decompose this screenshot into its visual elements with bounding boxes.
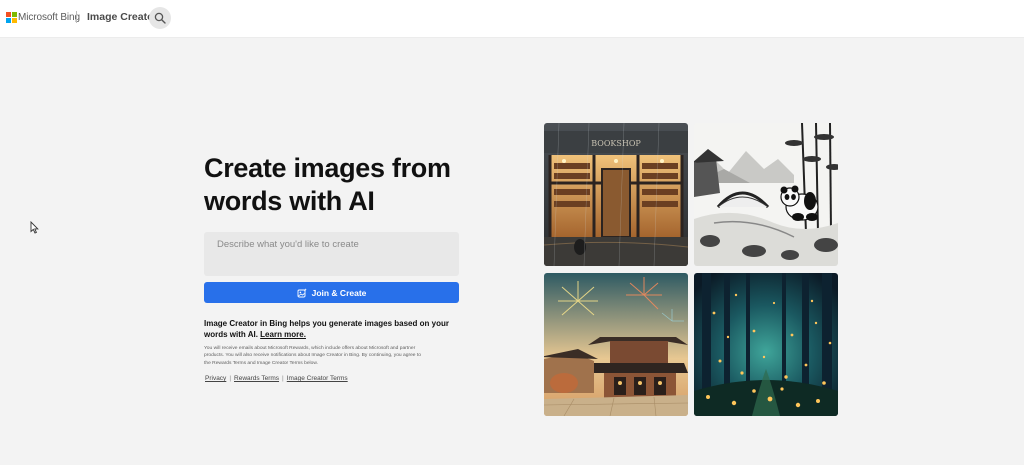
- product-description: Image Creator in Bing helps you generate…: [204, 318, 466, 340]
- microsoft-logo-icon[interactable]: [6, 12, 17, 23]
- brand-link[interactable]: Microsoft Bing: [18, 12, 80, 23]
- description-text: Image Creator in Bing helps you generate…: [204, 319, 449, 339]
- gallery-image-bookshop: BOOKSHOP: [544, 123, 688, 266]
- rewards-disclaimer: You will receive emails about Microsoft …: [204, 346, 421, 366]
- rewards-terms-link[interactable]: Rewards Terms: [234, 375, 279, 382]
- page-title: Create images from words with AI: [204, 153, 451, 216]
- gallery-image-firefly-forest: [694, 273, 838, 416]
- gallery-image-pagoda-fireworks: [544, 273, 688, 416]
- image-creator-terms-link[interactable]: Image Creator Terms: [287, 375, 348, 382]
- privacy-link[interactable]: Privacy: [205, 375, 226, 382]
- search-icon: [154, 12, 166, 24]
- link-separator: |: [229, 375, 232, 382]
- search-button[interactable]: [149, 7, 171, 29]
- footer-links: Privacy | Rewards Terms | Image Creator …: [205, 375, 348, 382]
- header-divider: [76, 11, 77, 23]
- gallery-image-panda: [694, 123, 838, 266]
- product-title-link[interactable]: Image Creator: [87, 11, 158, 23]
- learn-more-link[interactable]: Learn more.: [260, 330, 306, 339]
- prompt-input[interactable]: [204, 232, 459, 276]
- top-header: Microsoft Bing Image Creator: [0, 0, 1024, 38]
- bookshop-sign: BOOKSHOP: [591, 139, 641, 148]
- link-separator: |: [282, 375, 284, 382]
- mouse-cursor-icon: [30, 221, 39, 234]
- image-sparkle-icon: [297, 287, 307, 297]
- join-and-create-button[interactable]: Join & Create: [204, 282, 459, 303]
- join-and-create-label: Join & Create: [311, 287, 367, 298]
